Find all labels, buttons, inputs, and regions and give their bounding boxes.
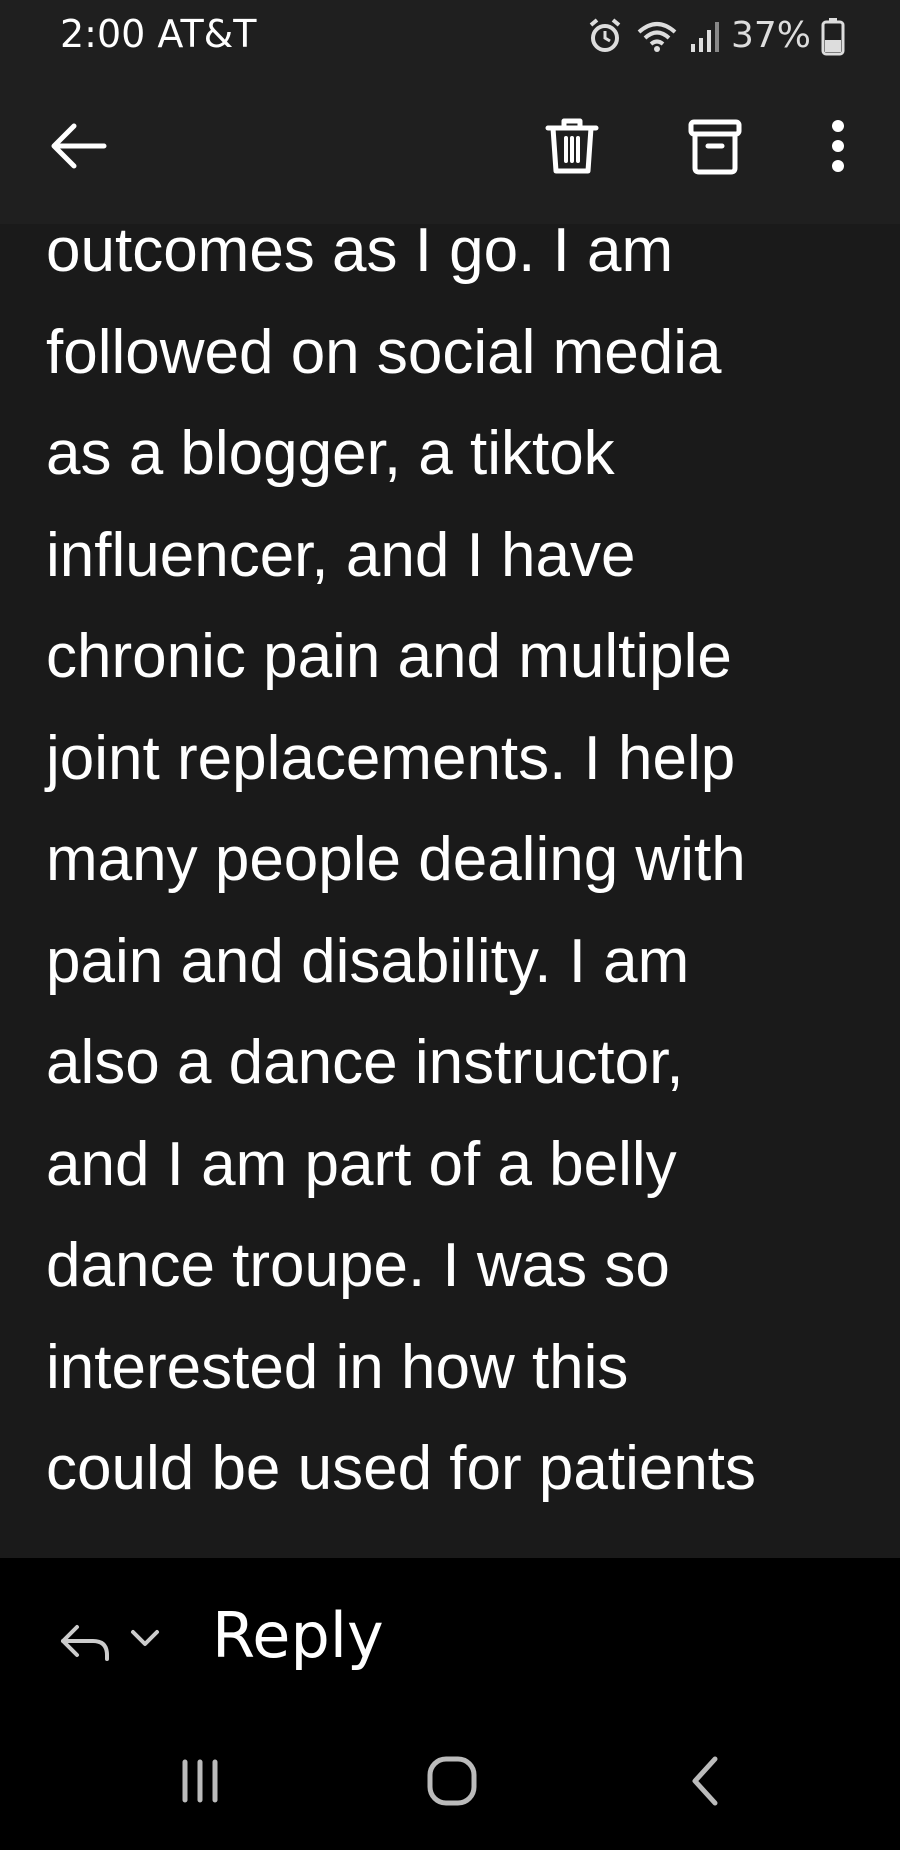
- reply-icon[interactable]: [55, 1613, 115, 1673]
- message-text: outcomes as I go. I am followed on socia…: [46, 224, 757, 1503]
- battery-icon: [821, 16, 845, 56]
- status-icons: 37%: [585, 12, 845, 60]
- back-chevron-icon: [685, 1753, 725, 1814]
- archive-button[interactable]: [675, 108, 755, 188]
- signal-icon: [689, 16, 721, 56]
- more-options-button[interactable]: [798, 108, 878, 188]
- home-icon: [424, 1753, 480, 1814]
- home-button[interactable]: [412, 1748, 492, 1818]
- reply-button[interactable]: Reply: [212, 1596, 384, 1676]
- nav-back-button[interactable]: [665, 1748, 745, 1818]
- arrow-left-icon: [48, 121, 108, 176]
- recents-button[interactable]: [160, 1748, 240, 1818]
- email-toolbar: [0, 70, 900, 224]
- delete-button[interactable]: [532, 108, 612, 188]
- trash-icon: [544, 116, 600, 181]
- status-bar: 2:00 AT&T 37%: [0, 0, 900, 70]
- more-vertical-icon: [828, 116, 848, 181]
- chevron-down-icon[interactable]: [125, 1618, 165, 1658]
- alarm-icon: [585, 16, 625, 56]
- recents-icon: [175, 1756, 225, 1811]
- system-nav-bar: [0, 1718, 900, 1850]
- status-time-carrier: 2:00 AT&T: [60, 12, 257, 56]
- battery-percent: 37%: [730, 15, 811, 56]
- archive-icon: [687, 116, 743, 181]
- message-body[interactable]: outcomes as I go. I am followed on socia…: [0, 224, 900, 1558]
- reply-bar: Reply: [0, 1558, 900, 1718]
- wifi-icon: [635, 16, 679, 56]
- back-button[interactable]: [38, 108, 118, 188]
